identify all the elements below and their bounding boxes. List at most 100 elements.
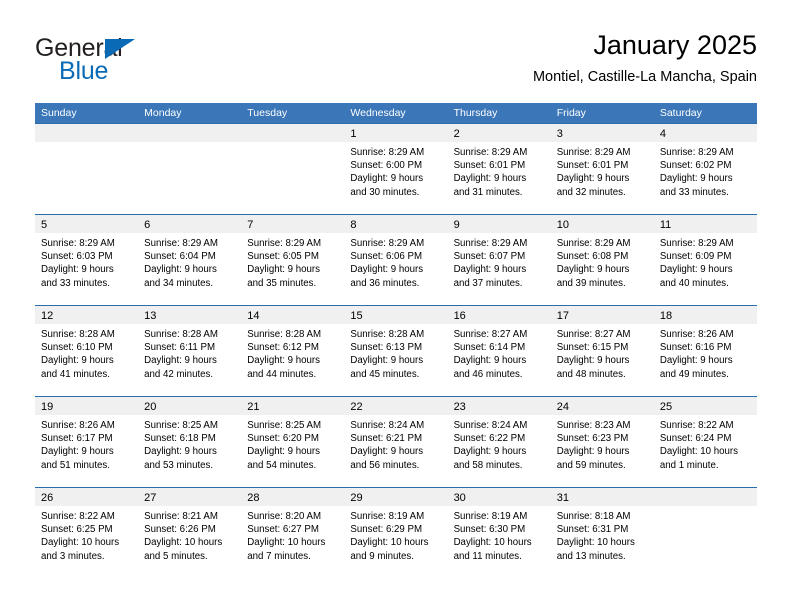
day-detail-line: and 35 minutes. (247, 277, 317, 289)
day-details: Sunrise: 8:25 AM Sunset: 6:20 PM Daylight:… (241, 415, 344, 472)
day-cell-15[interactable]: 15 Sunrise: 8:28 AM Sunset: 6:13 PM Dayligh… (344, 306, 448, 396)
day-cell-24[interactable]: 24 Sunrise: 8:23 AM Sunset: 6:23 PM Dayligh… (550, 397, 654, 487)
day-cell-2[interactable]: 2 Sunrise: 8:29 AM Sunset: 6:01 PM Daylight… (447, 124, 551, 214)
day-number: 10 (556, 219, 569, 231)
day-cell-6[interactable]: 6 Sunrise: 8:29 AM Sunset: 6:04 PM Daylight… (138, 215, 242, 305)
day-detail-line: Sunrise: 8:27 AM (453, 329, 528, 340)
day-detail-line: Sunrise: 8:29 AM (350, 147, 425, 158)
day-number-strip: 4 (653, 124, 757, 142)
day-details: Sunrise: 8:29 AM Sunset: 6:00 PM Daylight:… (344, 142, 447, 199)
day-details: Sunrise: 8:27 AM Sunset: 6:14 PM Daylight:… (448, 324, 551, 381)
day-detail-line: Daylight: 10 hours (350, 537, 429, 549)
day-detail-line: Sunset: 6:31 PM (556, 524, 629, 536)
day-cell-7[interactable]: 7 Sunrise: 8:29 AM Sunset: 6:05 PM Daylight… (241, 215, 345, 305)
day-cell-21[interactable]: 21 Sunrise: 8:25 AM Sunset: 6:20 PM Dayligh… (241, 397, 345, 487)
day-detail-line: and 13 minutes. (556, 550, 626, 562)
day-cell-26[interactable]: 26 Sunrise: 8:22 AM Sunset: 6:25 PM Dayligh… (35, 488, 139, 578)
day-detail-line: Daylight: 9 hours (144, 264, 217, 276)
day-number-strip: 18 (653, 306, 757, 324)
calendar-week-row: 26 Sunrise: 8:22 AM Sunset: 6:25 PM Dayligh… (35, 487, 757, 578)
day-detail-line: and 34 minutes. (144, 277, 214, 289)
day-cell-1[interactable]: 1 Sunrise: 8:29 AM Sunset: 6:00 PM Daylight… (344, 124, 448, 214)
day-details: Sunrise: 8:26 AM Sunset: 6:16 PM Daylight:… (654, 324, 757, 381)
day-detail-line: Sunrise: 8:28 AM (247, 329, 322, 340)
day-detail-line: and 5 minutes. (144, 550, 208, 562)
day-details: Sunrise: 8:29 AM Sunset: 6:06 PM Daylight:… (344, 233, 447, 290)
day-cell-empty (241, 124, 345, 214)
day-detail-line: Sunrise: 8:26 AM (659, 329, 734, 340)
day-cell-8[interactable]: 8 Sunrise: 8:29 AM Sunset: 6:06 PM Daylight… (344, 215, 448, 305)
day-cell-30[interactable]: 30 Sunrise: 8:19 AM Sunset: 6:30 PM Dayligh… (447, 488, 551, 578)
day-cell-9[interactable]: 9 Sunrise: 8:29 AM Sunset: 6:07 PM Daylight… (447, 215, 551, 305)
day-details: Sunrise: 8:24 AM Sunset: 6:21 PM Daylight:… (344, 415, 447, 472)
day-detail-line: and 39 minutes. (556, 277, 626, 289)
day-number-strip: 6 (138, 215, 242, 233)
day-detail-line: Sunset: 6:15 PM (556, 342, 629, 354)
day-detail-line: Sunrise: 8:29 AM (556, 147, 631, 158)
day-cell-20[interactable]: 20 Sunrise: 8:25 AM Sunset: 6:18 PM Dayligh… (138, 397, 242, 487)
day-detail-line: Sunrise: 8:29 AM (350, 238, 425, 249)
day-cell-29[interactable]: 29 Sunrise: 8:19 AM Sunset: 6:29 PM Dayligh… (344, 488, 448, 578)
page-header: General Blue January 2025 Montiel, Casti… (35, 28, 757, 98)
day-cell-4[interactable]: 4 Sunrise: 8:29 AM Sunset: 6:02 PM Daylight… (653, 124, 757, 214)
day-detail-line: and 45 minutes. (350, 368, 420, 380)
day-detail-line: and 51 minutes. (41, 459, 110, 471)
day-detail-line: Sunset: 6:06 PM (350, 251, 423, 263)
day-number-strip: 26 (35, 488, 139, 506)
brand-logo[interactable]: General Blue (35, 34, 235, 90)
day-detail-line: Daylight: 10 hours (556, 537, 635, 549)
day-details: Sunrise: 8:29 AM Sunset: 6:04 PM Daylight:… (138, 233, 241, 290)
day-cell-23[interactable]: 23 Sunrise: 8:24 AM Sunset: 6:22 PM Dayligh… (447, 397, 551, 487)
day-cell-22[interactable]: 22 Sunrise: 8:24 AM Sunset: 6:21 PM Dayligh… (344, 397, 448, 487)
day-cell-31[interactable]: 31 Sunrise: 8:18 AM Sunset: 6:31 PM Dayligh… (550, 488, 654, 578)
day-detail-line: Daylight: 9 hours (556, 264, 630, 276)
day-cell-25[interactable]: 25 Sunrise: 8:22 AM Sunset: 6:24 PM Dayligh… (653, 397, 757, 487)
title-block: January 2025 Montiel, Castille-La Mancha… (533, 28, 757, 88)
day-number-strip: 28 (241, 488, 345, 506)
day-detail-line: and 36 minutes. (350, 277, 420, 289)
day-cell-17[interactable]: 17 Sunrise: 8:27 AM Sunset: 6:15 PM Dayligh… (550, 306, 654, 396)
day-cell-14[interactable]: 14 Sunrise: 8:28 AM Sunset: 6:12 PM Dayligh… (241, 306, 345, 396)
weekday-header-friday: Friday (556, 107, 586, 119)
day-detail-line: Daylight: 9 hours (41, 446, 114, 458)
day-cell-12[interactable]: 12 Sunrise: 8:28 AM Sunset: 6:10 PM Dayligh… (35, 306, 139, 396)
day-detail-line: Sunset: 6:17 PM (41, 433, 113, 445)
day-detail-line: Sunrise: 8:19 AM (453, 511, 528, 522)
day-detail-line: and 11 minutes. (453, 550, 522, 562)
day-cell-28[interactable]: 28 Sunrise: 8:20 AM Sunset: 6:27 PM Dayligh… (241, 488, 345, 578)
day-cell-10[interactable]: 10 Sunrise: 8:29 AM Sunset: 6:08 PM Dayligh… (550, 215, 654, 305)
day-detail-line: Sunrise: 8:18 AM (556, 511, 631, 522)
day-detail-line: Daylight: 9 hours (350, 173, 424, 185)
day-number: 4 (659, 128, 666, 140)
day-cell-27[interactable]: 27 Sunrise: 8:21 AM Sunset: 6:26 PM Dayligh… (138, 488, 242, 578)
day-cell-16[interactable]: 16 Sunrise: 8:27 AM Sunset: 6:14 PM Dayligh… (447, 306, 551, 396)
day-detail-line: Sunset: 6:08 PM (556, 251, 629, 263)
day-cell-3[interactable]: 3 Sunrise: 8:29 AM Sunset: 6:01 PM Daylight… (550, 124, 654, 214)
day-detail-line: Sunrise: 8:24 AM (350, 420, 425, 431)
day-detail-line: Sunset: 6:27 PM (247, 524, 319, 536)
day-cell-19[interactable]: 19 Sunrise: 8:26 AM Sunset: 6:17 PM Dayligh… (35, 397, 139, 487)
day-detail-line: Sunrise: 8:22 AM (659, 420, 734, 431)
day-detail-line: Sunrise: 8:28 AM (41, 329, 115, 340)
day-number-strip: 23 (447, 397, 551, 415)
day-cell-18[interactable]: 18 Sunrise: 8:26 AM Sunset: 6:16 PM Dayligh… (653, 306, 757, 396)
day-detail-line: and 40 minutes. (659, 277, 729, 289)
day-number-strip: 25 (653, 397, 757, 415)
day-detail-line: Sunrise: 8:25 AM (247, 420, 322, 431)
day-cell-13[interactable]: 13 Sunrise: 8:28 AM Sunset: 6:11 PM Dayligh… (138, 306, 242, 396)
day-detail-line: Sunset: 6:01 PM (453, 160, 526, 172)
day-number-strip: 19 (35, 397, 139, 415)
day-details: Sunrise: 8:28 AM Sunset: 6:13 PM Daylight:… (344, 324, 447, 381)
day-detail-line: Daylight: 9 hours (659, 355, 733, 367)
day-detail-line: Sunrise: 8:24 AM (453, 420, 528, 431)
day-cell-5[interactable]: 5 Sunrise: 8:29 AM Sunset: 6:03 PM Daylight… (35, 215, 139, 305)
day-details: Sunrise: 8:18 AM Sunset: 6:31 PM Daylight:… (551, 506, 654, 563)
day-detail-line: and 48 minutes. (556, 368, 626, 380)
day-detail-line: Sunrise: 8:29 AM (144, 238, 218, 249)
day-cell-11[interactable]: 11 Sunrise: 8:29 AM Sunset: 6:09 PM Dayligh… (653, 215, 757, 305)
day-details: Sunrise: 8:22 AM Sunset: 6:24 PM Daylight:… (654, 415, 757, 472)
day-detail-line: and 44 minutes. (247, 368, 317, 380)
day-detail-line: Sunset: 6:05 PM (247, 251, 319, 263)
day-details: Sunrise: 8:20 AM Sunset: 6:27 PM Daylight:… (241, 506, 344, 563)
day-detail-line: Sunrise: 8:29 AM (247, 238, 322, 249)
